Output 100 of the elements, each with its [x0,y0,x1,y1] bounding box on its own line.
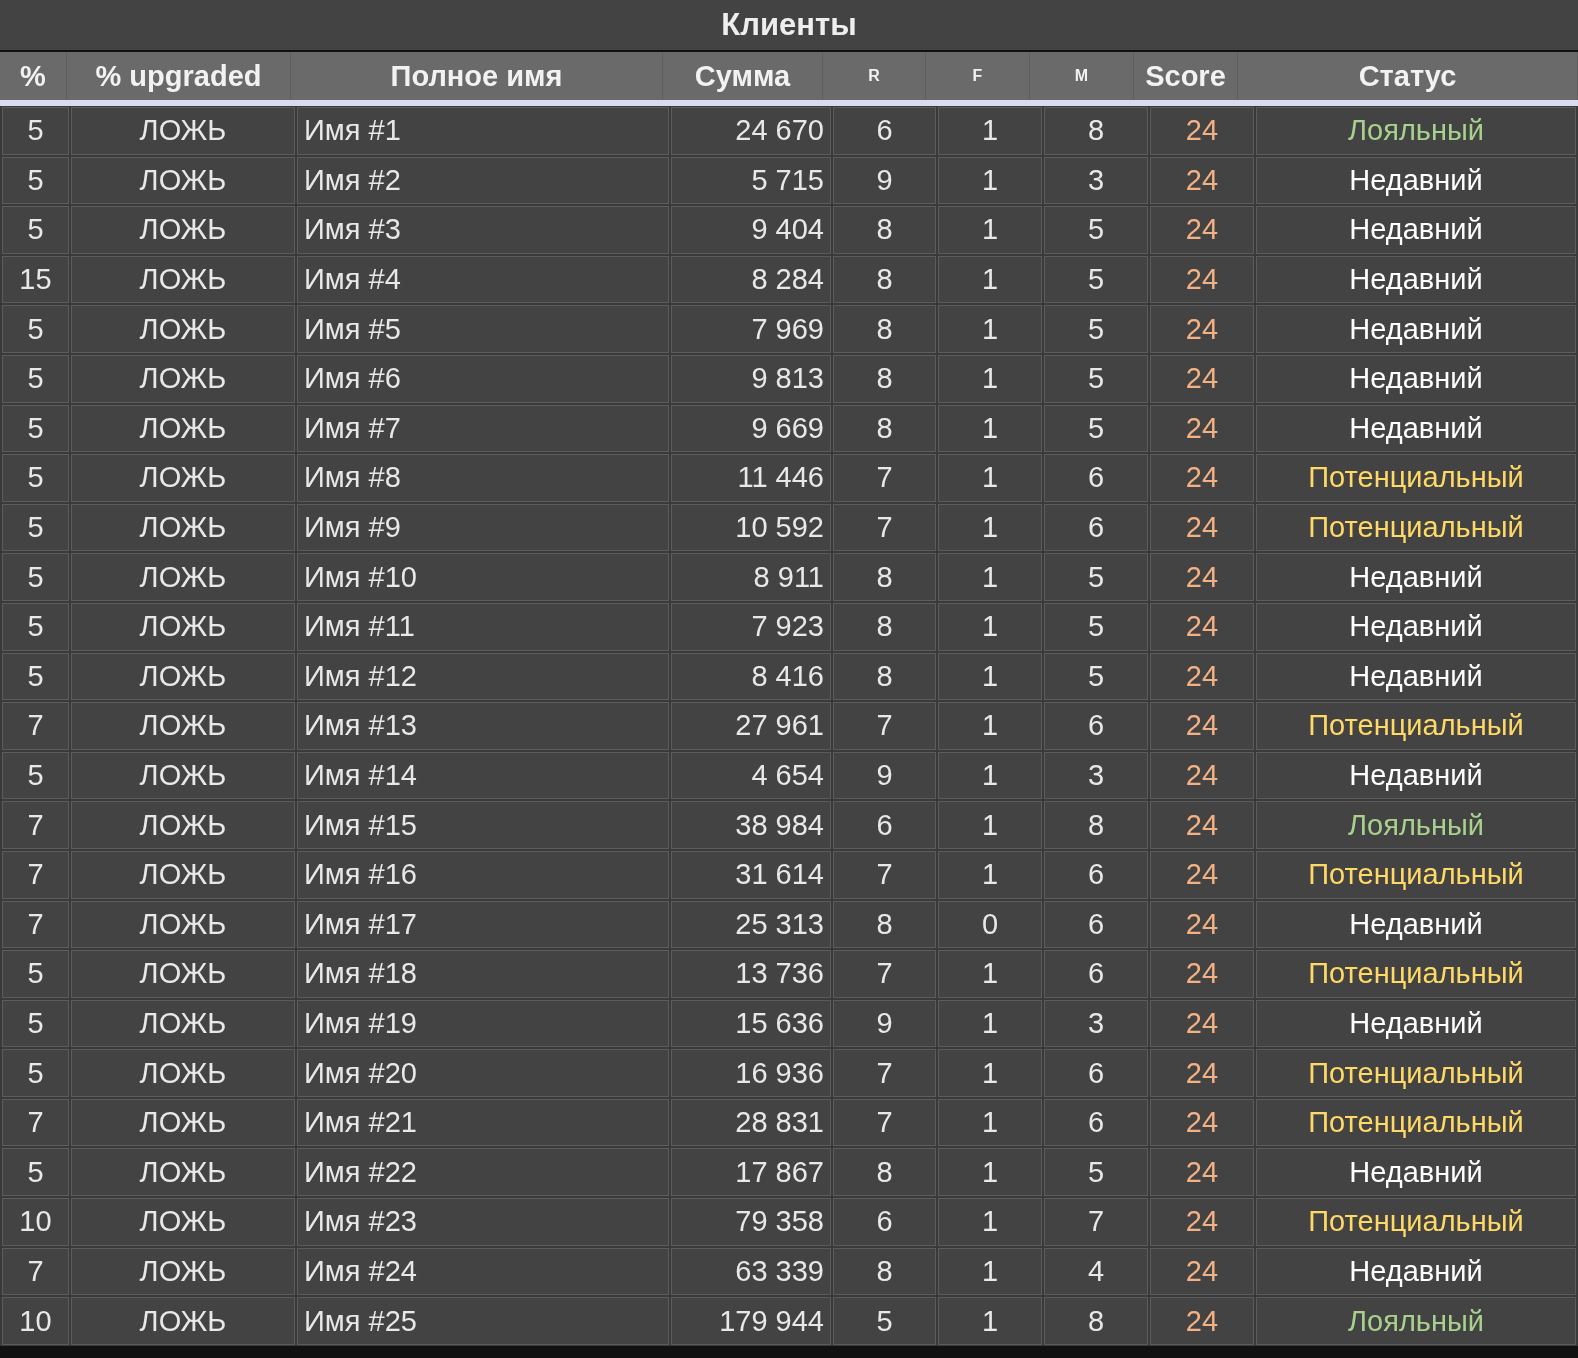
table-cell: 7 [833,1098,936,1147]
table-cell: 1 [938,553,1042,601]
table-cell: 8 [1044,801,1148,849]
table-cell: 5 [2,1049,69,1097]
table-cell: ЛОЖЬ [71,1198,295,1246]
table-cell: 24 670 [671,107,831,155]
table-cell: 7 [833,850,936,899]
table-cell: 24 [1150,1247,1254,1296]
table-cell: 1 [938,1098,1042,1147]
table-cell: Имя #18 [297,950,669,998]
table-cell: Имя #25 [297,1297,669,1345]
table-cell: 5 [1044,602,1148,651]
table-cell: 5 [2,107,69,155]
status-cell: Лояльный [1256,801,1576,849]
status-cell: Потенциальный [1256,1198,1576,1246]
table-cell: 24 [1150,1148,1254,1197]
table-cell: 5 [1044,553,1148,601]
table-cell: 5 [1044,404,1148,453]
table-cell: Имя #5 [297,305,669,353]
table-cell: 5 [2,305,69,353]
table-cell: 9 813 [671,354,831,403]
table-cell: 11 446 [671,454,831,502]
table-cell: 5 [833,1297,936,1345]
table-cell: ЛОЖЬ [71,652,295,701]
table-cell: 7 [2,850,69,899]
table-cell: 5 [1044,652,1148,701]
table-cell: 24 [1150,652,1254,701]
status-cell: Недавний [1256,602,1576,651]
table-cell: 1 [938,751,1042,800]
table-cell: 8 [833,1148,936,1197]
table-cell: 7 [833,503,936,552]
table-cell: 1 [938,354,1042,403]
table-cell: 5 [1044,206,1148,254]
table-cell: 6 [1044,1049,1148,1097]
table-cell: 1 [938,1247,1042,1296]
table-cell: ЛОЖЬ [71,602,295,651]
table-cell: 8 416 [671,652,831,701]
table-cell: 38 984 [671,801,831,849]
table-cell: 7 969 [671,305,831,353]
status-cell: Недавний [1256,156,1576,205]
status-cell: Потенциальный [1256,454,1576,502]
table-cell: ЛОЖЬ [71,1297,295,1345]
table-cell: ЛОЖЬ [71,1049,295,1097]
table-cell: ЛОЖЬ [71,255,295,304]
status-cell: Недавний [1256,305,1576,353]
status-cell: Недавний [1256,255,1576,304]
status-cell: Недавний [1256,999,1576,1048]
table-cell: Имя #1 [297,107,669,155]
table-cell: ЛОЖЬ [71,206,295,254]
table-cell: 7 [2,900,69,949]
table-cell: 24 [1150,1297,1254,1345]
table-cell: 8 [833,900,936,949]
table-cell: 1 [938,107,1042,155]
status-cell: Недавний [1256,751,1576,800]
table-cell: ЛОЖЬ [71,702,295,750]
table-cell: 1 [938,801,1042,849]
table-cell: 1 [938,652,1042,701]
table-cell: 24 [1150,1049,1254,1097]
table-cell: 79 358 [671,1198,831,1246]
status-cell: Недавний [1256,1148,1576,1197]
table-cell: Имя #9 [297,503,669,552]
table-cell: Имя #7 [297,404,669,453]
table-cell: 7 [833,950,936,998]
table-cell: 1 [938,1049,1042,1097]
table-cell: 8 [833,404,936,453]
table-cell: Имя #13 [297,702,669,750]
table-cell: 7 [1044,1198,1148,1246]
table-cell: 8 [833,1247,936,1296]
table-cell: 9 [833,999,936,1048]
table-cell: 179 944 [671,1297,831,1345]
table-cell: 8 [833,602,936,651]
status-cell: Недавний [1256,404,1576,453]
table-cell: ЛОЖЬ [71,751,295,800]
table-cell: 24 [1150,950,1254,998]
table-cell: 1 [938,702,1042,750]
table-cell: Имя #14 [297,751,669,800]
table-cell: 5 [2,652,69,701]
table-cell: 7 [833,454,936,502]
table-cell: ЛОЖЬ [71,354,295,403]
table-cell: 6 [1044,503,1148,552]
table-cell: 25 313 [671,900,831,949]
table-cell: 6 [833,107,936,155]
table-cell: Имя #15 [297,801,669,849]
table-cell: Имя #6 [297,354,669,403]
table-cell: 24 [1150,156,1254,205]
table-cell: ЛОЖЬ [71,900,295,949]
table-cell: 5 [2,503,69,552]
status-cell: Лояльный [1256,1297,1576,1345]
table-cell: ЛОЖЬ [71,454,295,502]
table-cell: 15 636 [671,999,831,1048]
table-cell: 8 [1044,1297,1148,1345]
table-cell: Имя #22 [297,1148,669,1197]
table-cell: 7 923 [671,602,831,651]
table-cell: Имя #16 [297,850,669,899]
table-cell: 7 [2,702,69,750]
table-cell: 24 [1150,1198,1254,1246]
table-cell: 5 [2,404,69,453]
status-cell: Недавний [1256,354,1576,403]
table-cell: Имя #10 [297,553,669,601]
table-cell: 7 [2,801,69,849]
